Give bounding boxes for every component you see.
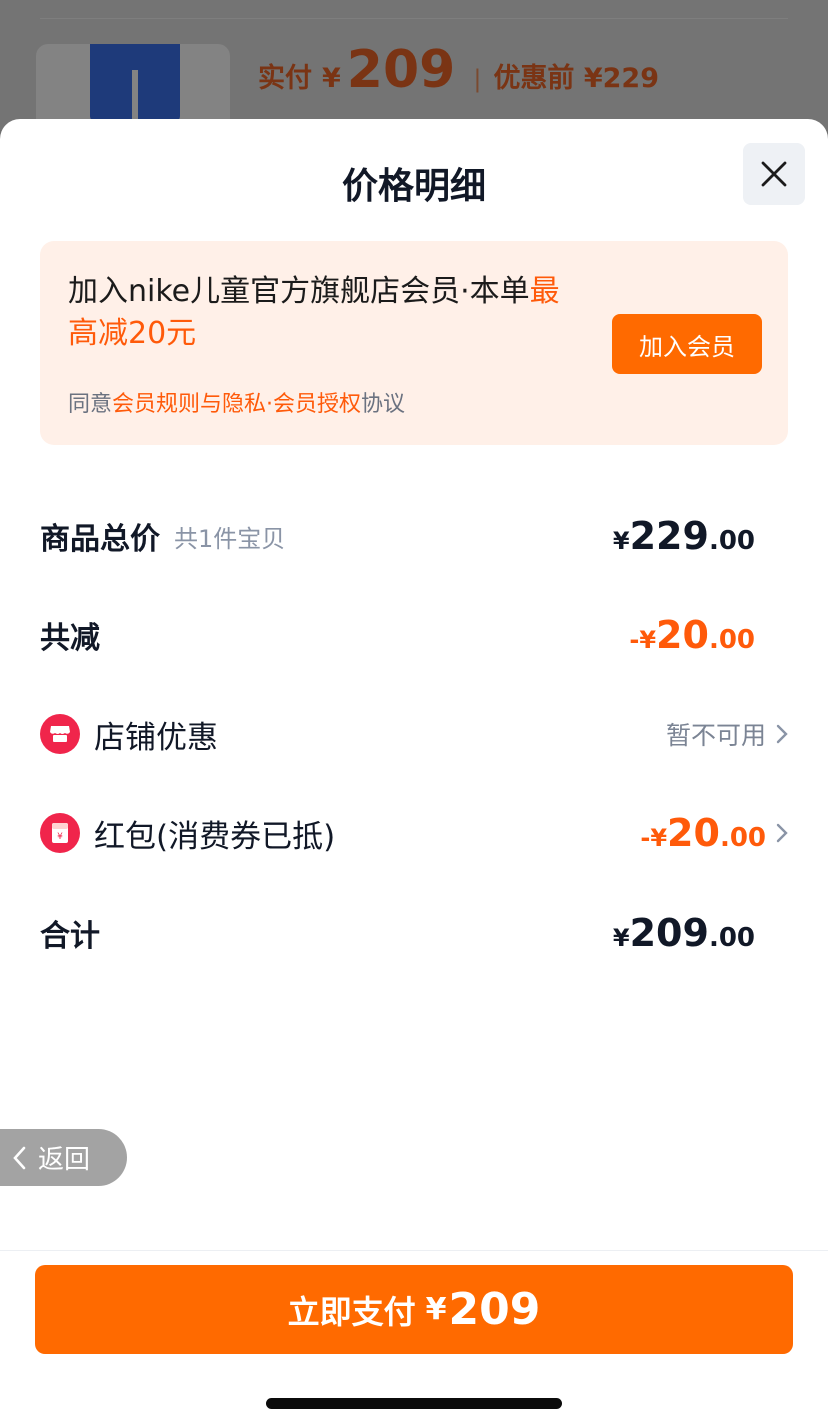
close-button[interactable] — [743, 143, 805, 205]
store-discount-label: 店铺优惠 — [94, 719, 218, 756]
agreement-link[interactable]: 会员规则与隐私·会员授权 — [112, 392, 361, 417]
sum-row: 合计 ¥209.00 — [40, 903, 788, 963]
background-divider — [40, 18, 788, 19]
pay-amount: 209 — [448, 1284, 541, 1335]
chevron-right-icon — [776, 724, 788, 744]
red-packet-amount: - ¥20.00 — [640, 811, 766, 855]
goods-total-amount: ¥229.00 — [612, 514, 755, 558]
chevron-left-icon — [13, 1146, 26, 1169]
agreement-prefix: 同意 — [68, 392, 113, 417]
total-discount-row: 共减 - ¥20.00 — [40, 605, 788, 665]
sum-label: 合计 — [40, 919, 100, 954]
pay-label: 立即支付 — [287, 1292, 416, 1331]
price-detail-sheet: 价格明细 加入nike儿童官方旗舰店会员·本单最高减20元 加入会员 同意会员规… — [0, 119, 828, 1426]
red-packet-icon: ¥ — [40, 813, 80, 853]
goods-count: 共1件宝贝 — [174, 524, 286, 553]
join-member-button[interactable]: 加入会员 — [612, 314, 762, 374]
price-separator: | — [473, 65, 482, 93]
total-discount-amount: - ¥20.00 — [629, 613, 755, 657]
store-discount-status: 暂不可用 — [665, 721, 766, 750]
background-price: 实付 ¥ 209 | 优惠前 ¥229 — [258, 40, 659, 100]
total-discount-label: 共减 — [40, 621, 100, 656]
promo-text-prefix: 加入nike儿童官方旗舰店会员·本单 — [68, 274, 530, 309]
back-label: 返回 — [38, 1145, 91, 1175]
original-price: 优惠前 ¥229 — [493, 63, 659, 94]
paid-label: 实付 — [258, 63, 312, 94]
goods-total-row: 商品总价 共1件宝贝 ¥229.00 — [40, 506, 788, 566]
goods-total-label: 商品总价 — [40, 522, 160, 557]
pay-currency: ¥ — [425, 1292, 447, 1327]
store-icon — [40, 714, 80, 754]
svg-text:¥: ¥ — [57, 832, 63, 842]
paid-currency: ¥ — [322, 63, 341, 94]
close-icon — [761, 161, 787, 187]
pay-now-button[interactable]: 立即支付 ¥ 209 — [35, 1265, 793, 1354]
sum-amount: ¥209.00 — [612, 911, 755, 955]
member-promo-card: 加入nike儿童官方旗舰店会员·本单最高减20元 加入会员 同意会员规则与隐私·… — [40, 241, 788, 445]
red-packet-row[interactable]: ¥ 红包(消费券已抵) - ¥20.00 — [40, 803, 788, 863]
red-packet-label: 红包(消费券已抵) — [94, 818, 336, 855]
back-button[interactable]: 返回 — [0, 1129, 127, 1186]
bottom-divider — [0, 1250, 828, 1251]
paid-amount: 209 — [346, 40, 456, 100]
promo-text: 加入nike儿童官方旗舰店会员·本单最高减20元 — [68, 271, 588, 355]
agreement-text: 同意会员规则与隐私·会员授权协议 — [68, 386, 405, 418]
store-discount-row[interactable]: 店铺优惠 暂不可用 — [40, 704, 788, 764]
agreement-suffix: 协议 — [361, 392, 406, 417]
chevron-right-icon — [776, 823, 788, 843]
background-page: 实付 ¥ 209 | 优惠前 ¥229 — [0, 0, 828, 134]
home-indicator — [266, 1398, 562, 1409]
sheet-title: 价格明细 — [341, 166, 486, 207]
